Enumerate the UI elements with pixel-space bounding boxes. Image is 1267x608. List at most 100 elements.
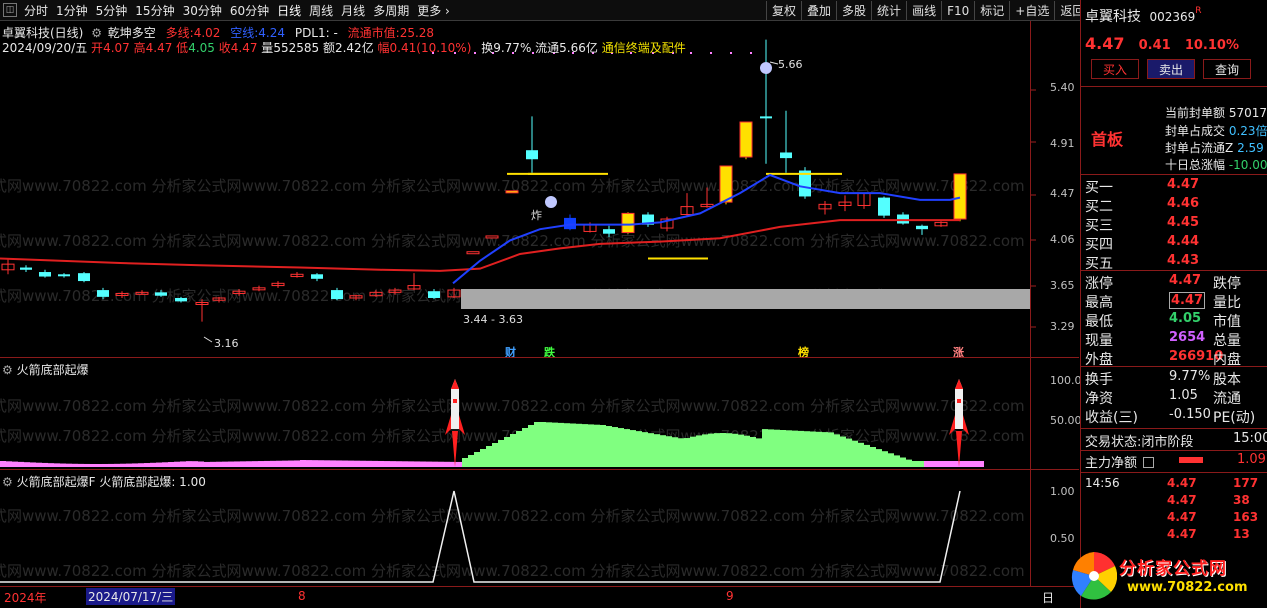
multi-stock-button[interactable]: 多股 xyxy=(836,1,871,20)
histogram-bar xyxy=(600,425,606,467)
stock-header: 卓翼科技 002369R xyxy=(1085,6,1267,25)
histogram-bar xyxy=(858,442,864,467)
sub2-title: 火箭底部起爆F xyxy=(16,475,96,489)
histogram-bar xyxy=(42,462,48,467)
function-toolbar: 复权 叠加 多股 统计 画线 F10 标记 +自选 返回 xyxy=(766,0,1089,21)
candlestick-chart[interactable]: 式网www.70822.com 分析家公式网www.70822.com 分析家公… xyxy=(0,21,1079,587)
histogram-bar xyxy=(192,461,198,467)
sub1-title: 火箭底部起爆 xyxy=(16,363,89,377)
y-tick-label: 3.65 xyxy=(1050,279,1075,292)
period-tab-5min[interactable]: 5分钟 xyxy=(92,2,132,19)
sub2-title-line: ⚙ 火箭底部起爆F 火箭底部起爆: 1.00 xyxy=(2,473,206,490)
histogram-bar xyxy=(888,453,894,467)
histogram-bar xyxy=(702,434,708,467)
overlay-button[interactable]: 叠加 xyxy=(801,1,836,20)
tick-price: 4.47 xyxy=(1167,510,1197,524)
sub1-gear-icon[interactable]: ⚙ xyxy=(2,363,13,377)
histogram-bar xyxy=(360,460,366,467)
histogram-bar xyxy=(558,422,564,467)
high-value: 4.47 xyxy=(145,41,173,55)
candle-body xyxy=(311,274,323,279)
stats-button[interactable]: 统计 xyxy=(871,1,906,20)
period-tab-multi[interactable]: 多周期 xyxy=(369,2,413,19)
blast-label: 炸 xyxy=(531,209,542,222)
fuquan-button[interactable]: 复权 xyxy=(766,1,801,20)
board-row-label: 封单占流通Z xyxy=(1165,141,1234,155)
histogram-bar xyxy=(864,444,870,467)
tick-time: 14:56 xyxy=(1085,476,1120,490)
add-watchlist-button[interactable]: +自选 xyxy=(1009,1,1054,20)
buy-button[interactable]: 买入 xyxy=(1091,59,1139,79)
histogram-bar xyxy=(642,432,648,467)
list-icon[interactable] xyxy=(1143,457,1155,468)
mark-button[interactable]: 标记 xyxy=(974,1,1009,20)
rocket-nose xyxy=(955,379,963,389)
period-tab-1min[interactable]: 1分钟 xyxy=(52,2,92,19)
amt-label: 额 xyxy=(322,41,335,55)
histogram-bar xyxy=(654,434,660,467)
panel-separator xyxy=(1081,270,1267,271)
date-axis[interactable]: 2024年 2024/07/17/三 8 9 日 xyxy=(0,586,1079,608)
histogram-bar xyxy=(372,460,378,467)
period-tab-monthly[interactable]: 月线 xyxy=(337,2,369,19)
period-tab-weekly[interactable]: 周线 xyxy=(305,2,337,19)
sector-text[interactable]: 通信终端及配件 xyxy=(602,41,686,55)
candle-body xyxy=(897,214,909,224)
toggle-panel-icon[interactable]: ◫ xyxy=(3,3,17,17)
bid-price: 4.43 xyxy=(1167,253,1200,268)
period-tab-more[interactable]: 更多 › xyxy=(413,2,454,19)
histogram-bar xyxy=(798,430,804,467)
histogram-bar xyxy=(672,437,678,467)
candle-body xyxy=(564,217,576,230)
candle-body xyxy=(155,292,167,296)
period-tab-30min[interactable]: 30分钟 xyxy=(179,2,226,19)
draw-line-button[interactable]: 画线 xyxy=(906,1,941,20)
stat-label: 最高 xyxy=(1085,295,1113,311)
open-value: 4.07 xyxy=(103,41,130,55)
histogram-bar xyxy=(564,423,570,467)
open-label: 开 xyxy=(91,41,104,55)
sub2-gear-icon[interactable]: ⚙ xyxy=(2,475,13,489)
histogram-bar xyxy=(342,460,348,467)
chart-area[interactable]: 式网www.70822.com 分析家公式网www.70822.com 分析家公… xyxy=(0,21,1079,608)
histogram-bar xyxy=(390,461,396,467)
period-tab-60min[interactable]: 60分钟 xyxy=(226,2,273,19)
histogram-bar xyxy=(198,461,204,467)
board-row-value: 57017 xyxy=(1228,106,1267,120)
histogram-bar xyxy=(510,434,516,467)
bid-label: 买二 xyxy=(1085,199,1113,215)
histogram-bar xyxy=(504,437,510,467)
histogram-bar xyxy=(0,461,6,467)
main-flow-row[interactable]: 主力净额 1.09 xyxy=(1085,452,1267,471)
stat-value: 1.05 xyxy=(1169,388,1198,403)
histogram-bar xyxy=(786,430,792,467)
settings-gear-icon[interactable]: ⚙ xyxy=(91,26,102,40)
sub1-separator xyxy=(0,357,1079,358)
stat-label-2: 市值 xyxy=(1213,314,1241,330)
tick-price: 4.47 xyxy=(1167,493,1197,507)
watermark-text: 式网www.70822.com 分析家公式网www.70822.com 分析家公… xyxy=(0,507,1025,525)
month-label-8: 8 xyxy=(298,589,306,603)
histogram-bar xyxy=(84,463,90,467)
low-label: 低 xyxy=(176,41,189,55)
f10-button[interactable]: F10 xyxy=(941,1,974,20)
bid-price: 4.46 xyxy=(1167,196,1200,211)
period-tab-15min[interactable]: 15分钟 xyxy=(131,2,178,19)
period-day-label[interactable]: 日 xyxy=(1042,589,1054,606)
period-tab-fenshi[interactable]: 分时 xyxy=(20,2,52,19)
period-tab-daily[interactable]: 日线 xyxy=(273,2,305,19)
histogram-bar xyxy=(726,433,732,467)
histogram-bar xyxy=(900,457,906,467)
histogram-bar xyxy=(336,460,342,467)
sub1-title-line: ⚙ 火箭底部起爆 xyxy=(2,361,89,378)
query-button[interactable]: 查询 xyxy=(1203,59,1251,79)
histogram-bar xyxy=(474,452,480,467)
board-row-label: 当前封单额 xyxy=(1165,106,1226,120)
histogram-bar xyxy=(30,462,36,467)
histogram-bar xyxy=(498,440,504,467)
sub1-tick-label: 50.00 xyxy=(1050,414,1082,427)
histogram-bar xyxy=(948,461,954,467)
candle-body xyxy=(39,272,51,277)
cursor-date-label: 2024/07/17/三 xyxy=(86,588,176,605)
sell-button[interactable]: 卖出 xyxy=(1147,59,1195,79)
